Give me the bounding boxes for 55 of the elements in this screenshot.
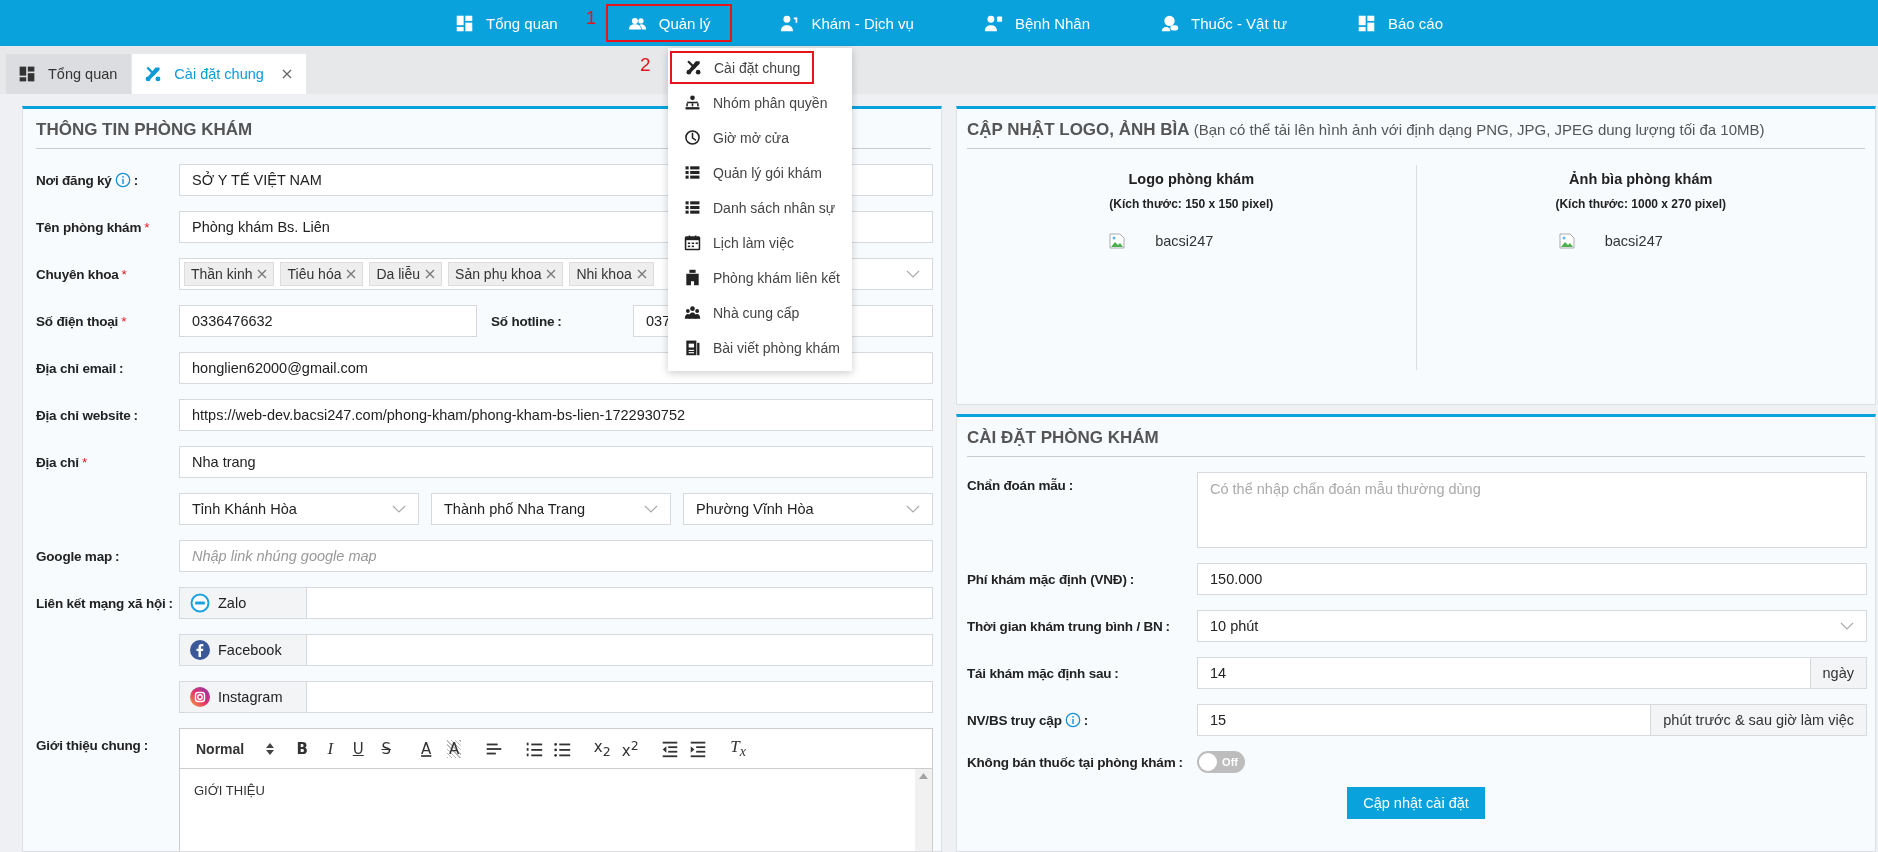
label-colon: : (143, 738, 148, 753)
social-addon: Facebook (179, 634, 306, 666)
field-label: Thời gian khám trung bình / BN (967, 618, 1163, 634)
annotation-number: 1 (585, 7, 597, 29)
field-label: Không bán thuốc tại phòng khám (967, 754, 1176, 770)
unit-addon: ngày (1810, 657, 1867, 689)
label-colon: : (1129, 571, 1134, 587)
panel-title: CÀI ĐẶT PHÒNG KHÁM (967, 417, 1865, 457)
label-colon: : (557, 313, 562, 329)
image-size-hint: (Kích thước: 1000 x 270 pixel) (1555, 197, 1727, 211)
label-colon: : (168, 595, 173, 611)
tag: Nhi khoa (569, 262, 654, 286)
field-label: Tên phòng khám (36, 219, 142, 235)
image-size-hint: (Kích thước: 150 x 150 pixel) (1109, 197, 1274, 211)
image-alt-text: bacsi247 (1604, 233, 1663, 249)
required-mark: * (121, 313, 127, 329)
label-colon: : (1165, 618, 1170, 634)
field-label: Giới thiệu chung (36, 738, 141, 753)
field-label: Địa chỉ email (36, 360, 116, 376)
social-addon: Zalo (179, 587, 306, 619)
image-title: Logo phòng khám (1128, 171, 1255, 187)
field-label: Địa chỉ (36, 454, 79, 470)
panel-title: CẬP NHẬT LOGO, ẢNH BÌA (Bạn có thể tải lên hình ảnh với định dạng PNG, JPG, JPEG dung lượng tối đa 10MB) (967, 109, 1865, 149)
image-title: Ảnh bìa phòng khám (1569, 171, 1713, 187)
label-colon: : (1068, 478, 1073, 493)
field-label: Google map (36, 548, 112, 564)
tag: Da liễu (369, 262, 443, 286)
field-label: Liên kết mạng xã hội (36, 595, 166, 611)
field-label: Chuyên khoa (36, 266, 119, 282)
label-colon: : (1178, 754, 1183, 770)
field-label: Số điện thoại (36, 313, 119, 329)
field-label: Địa chỉ website (36, 407, 131, 423)
field-label: Nơi đăng ký (36, 172, 112, 188)
field-label: Chẩn đoán mẫu (967, 478, 1066, 493)
label-colon: : (1083, 712, 1089, 728)
label-colon: : (1114, 665, 1119, 681)
unit-addon: phút trước & sau giờ làm việc (1651, 704, 1867, 736)
tag: Tiêu hóa (280, 262, 364, 286)
editor-text: GIỚI THIỆU (193, 782, 266, 800)
tag: Sản phụ khoa (448, 262, 564, 286)
tag: Thần kinh (184, 262, 275, 286)
field-label: Tái khám mặc định sau (967, 665, 1112, 681)
required-mark: * (144, 219, 150, 235)
required-mark: * (121, 266, 127, 282)
label-colon: : (133, 172, 138, 188)
field-label: Phí khám mặc định (VNĐ) (967, 571, 1127, 587)
label-colon: : (118, 360, 124, 376)
required-mark: * (81, 454, 87, 470)
annotation-number: 2 (640, 54, 651, 76)
social-addon: Instagram (179, 681, 306, 713)
field-label: Số hotline (491, 313, 555, 329)
label-colon: : (115, 548, 120, 564)
label-colon: : (133, 407, 138, 423)
image-alt-text: bacsi247 (1155, 233, 1214, 249)
field-label: NV/BS truy cập (967, 712, 1062, 728)
